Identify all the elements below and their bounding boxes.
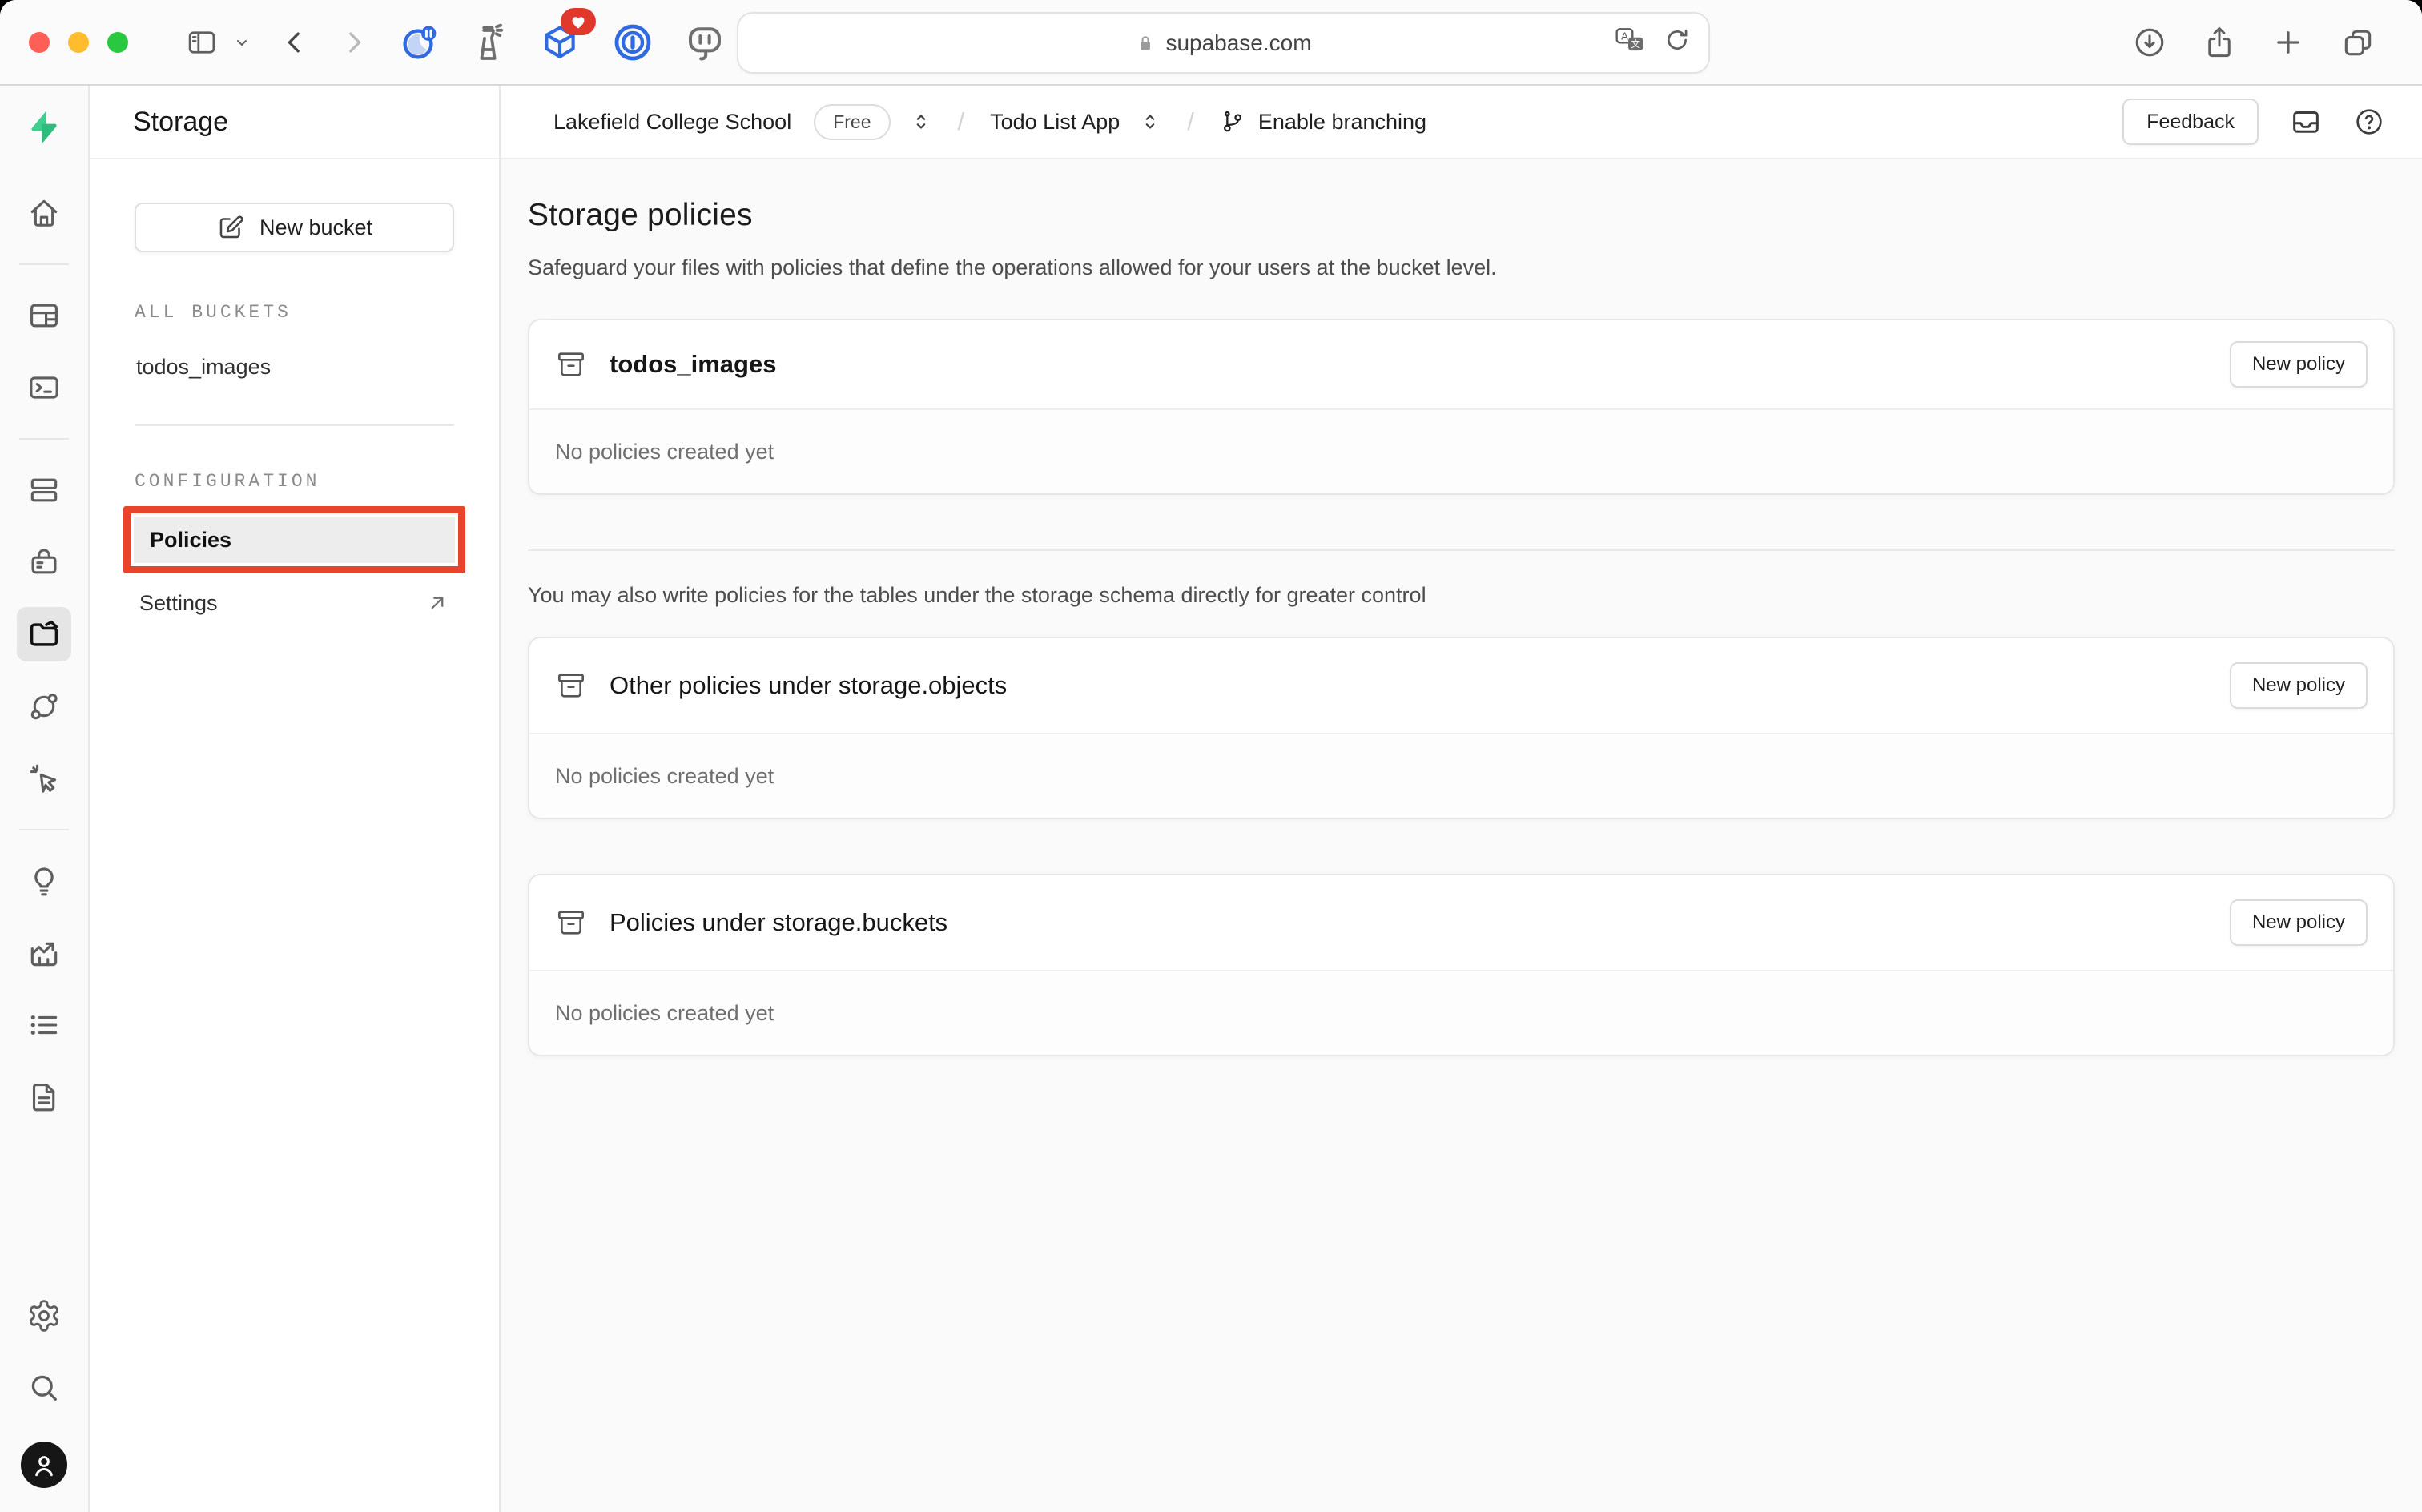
new-policy-button[interactable]: New policy bbox=[2230, 341, 2368, 388]
new-bucket-button[interactable]: New bucket bbox=[135, 203, 454, 252]
url-text: supabase.com bbox=[1165, 30, 1311, 56]
sidebar-item-api-docs[interactable] bbox=[17, 1070, 71, 1124]
git-branch-icon bbox=[1220, 109, 1245, 135]
minimize-window-button[interactable] bbox=[68, 32, 89, 53]
nav-rail bbox=[0, 86, 90, 1512]
main-area: Lakefield College School Free / Todo Lis… bbox=[501, 86, 2422, 1512]
empty-policies-text: No policies created yet bbox=[529, 970, 2393, 1055]
tab-overview-icon[interactable] bbox=[2340, 25, 2376, 60]
browser-toolbar: I supabase.com A 文 bbox=[0, 0, 2422, 86]
translate-icon[interactable]: A 文 bbox=[1614, 26, 1646, 59]
reload-icon[interactable] bbox=[1664, 26, 1691, 59]
card-title: Other policies under storage.objects bbox=[610, 671, 1007, 700]
address-bar[interactable]: supabase.com A 文 bbox=[737, 12, 1710, 74]
sidebar-item-project-settings[interactable] bbox=[17, 1289, 71, 1343]
page-title: Storage policies bbox=[528, 198, 2395, 233]
policy-card-todos-images: todos_images New policy No policies crea… bbox=[528, 319, 2395, 495]
sidebar-item-home[interactable] bbox=[17, 186, 71, 240]
annotation-highlight-box: Policies bbox=[123, 506, 465, 573]
enable-branching-button[interactable]: Enable branching bbox=[1220, 109, 1426, 135]
rail-divider bbox=[19, 829, 69, 830]
policy-card-storage-objects: Other policies under storage.objects New… bbox=[528, 637, 2395, 819]
sidebar-toggle-icon[interactable] bbox=[185, 26, 219, 59]
downloads-icon[interactable] bbox=[2132, 25, 2167, 60]
sidebar-item-policies[interactable]: Policies bbox=[134, 517, 455, 563]
storage-sidebar: Storage New bucket ALL BUCKETS todos_ima… bbox=[90, 86, 501, 1512]
search-icon[interactable] bbox=[17, 1361, 71, 1415]
external-link-icon bbox=[425, 591, 449, 615]
chevron-down-icon[interactable] bbox=[232, 33, 251, 52]
sidebar-item-edge-functions[interactable] bbox=[17, 679, 71, 734]
svg-text:文: 文 bbox=[1631, 38, 1640, 50]
archive-icon bbox=[555, 907, 587, 939]
back-button-icon[interactable] bbox=[279, 26, 311, 58]
project-switcher-chevron-icon[interactable] bbox=[1139, 111, 1161, 133]
feedback-button[interactable]: Feedback bbox=[2122, 99, 2259, 145]
policies-label: Policies bbox=[150, 528, 231, 553]
sidebar-divider bbox=[135, 424, 454, 426]
heart-badge-icon bbox=[561, 8, 596, 35]
sidebar-item-reports[interactable] bbox=[17, 926, 71, 980]
sidebar-item-table-editor[interactable] bbox=[17, 288, 71, 343]
sidebar-title: Storage bbox=[90, 86, 499, 159]
breadcrumb: Lakefield College School Free / Todo Lis… bbox=[553, 104, 1426, 140]
page-subtitle: Safeguard your files with policies that … bbox=[528, 255, 2395, 280]
traffic-lights bbox=[29, 32, 128, 53]
onepassword-extension-icon[interactable] bbox=[612, 22, 654, 63]
storage-policies-page: Storage policies Safeguard your files wi… bbox=[501, 159, 2422, 1512]
close-window-button[interactable] bbox=[29, 32, 50, 53]
new-policy-button[interactable]: New policy bbox=[2230, 662, 2368, 709]
spray-cleaner-extension-icon[interactable] bbox=[471, 22, 508, 63]
schema-note: You may also write policies for the tabl… bbox=[528, 583, 2395, 608]
mastodon-extension-icon[interactable] bbox=[684, 22, 726, 63]
empty-policies-text: No policies created yet bbox=[529, 408, 2393, 493]
empty-policies-text: No policies created yet bbox=[529, 733, 2393, 818]
package-cube-extension-icon[interactable] bbox=[538, 21, 581, 64]
enable-branching-label: Enable branching bbox=[1258, 110, 1426, 135]
sidebar-item-advisors[interactable] bbox=[17, 854, 71, 908]
card-title: Policies under storage.buckets bbox=[610, 908, 947, 937]
bucket-item-todos-images[interactable]: todos_images bbox=[135, 355, 454, 380]
help-icon[interactable] bbox=[2353, 106, 2385, 138]
card-title: todos_images bbox=[610, 350, 776, 379]
new-policy-button[interactable]: New policy bbox=[2230, 899, 2368, 946]
app-shell: Storage New bucket ALL BUCKETS todos_ima… bbox=[0, 86, 2422, 1512]
archive-icon bbox=[555, 670, 587, 702]
settings-label: Settings bbox=[139, 591, 218, 616]
breadcrumb-separator: / bbox=[952, 107, 972, 136]
sleep-timer-extension-icon[interactable] bbox=[399, 22, 441, 63]
org-switcher-chevron-icon[interactable] bbox=[910, 111, 932, 133]
sidebar-item-database[interactable] bbox=[17, 463, 71, 517]
org-name[interactable]: Lakefield College School bbox=[553, 110, 791, 135]
edit-icon bbox=[216, 213, 245, 242]
svg-text:A: A bbox=[1621, 30, 1628, 42]
zoom-window-button[interactable] bbox=[107, 32, 128, 53]
section-divider bbox=[528, 549, 2395, 551]
sidebar-item-sql-editor[interactable] bbox=[17, 360, 71, 415]
new-tab-icon[interactable] bbox=[2271, 26, 2305, 59]
configuration-section-label: CONFIGURATION bbox=[135, 471, 454, 492]
rail-divider bbox=[19, 438, 69, 440]
sidebar-item-storage[interactable] bbox=[17, 607, 71, 662]
plan-badge: Free bbox=[814, 104, 890, 140]
sidebar-item-realtime[interactable] bbox=[17, 751, 71, 806]
policy-card-storage-buckets: Policies under storage.buckets New polic… bbox=[528, 874, 2395, 1056]
account-avatar[interactable] bbox=[21, 1442, 67, 1488]
sidebar-item-settings[interactable]: Settings bbox=[123, 580, 465, 626]
browser-window: I supabase.com A 文 bbox=[0, 0, 2422, 1512]
archive-icon bbox=[555, 348, 587, 380]
project-header: Lakefield College School Free / Todo Lis… bbox=[501, 86, 2422, 159]
sidebar-item-authentication[interactable] bbox=[17, 535, 71, 589]
project-name[interactable]: Todo List App bbox=[990, 110, 1120, 135]
rail-divider bbox=[19, 263, 69, 265]
forward-button-icon[interactable] bbox=[338, 26, 370, 58]
supabase-logo-icon[interactable] bbox=[23, 107, 65, 148]
lock-icon bbox=[1135, 33, 1156, 54]
notifications-inbox-icon[interactable] bbox=[2289, 105, 2323, 139]
new-bucket-label: New bucket bbox=[260, 215, 372, 240]
sidebar-item-logs[interactable] bbox=[17, 998, 71, 1052]
buckets-section-label: ALL BUCKETS bbox=[135, 302, 454, 323]
share-icon[interactable] bbox=[2203, 24, 2236, 61]
breadcrumb-separator: / bbox=[1181, 107, 1201, 136]
